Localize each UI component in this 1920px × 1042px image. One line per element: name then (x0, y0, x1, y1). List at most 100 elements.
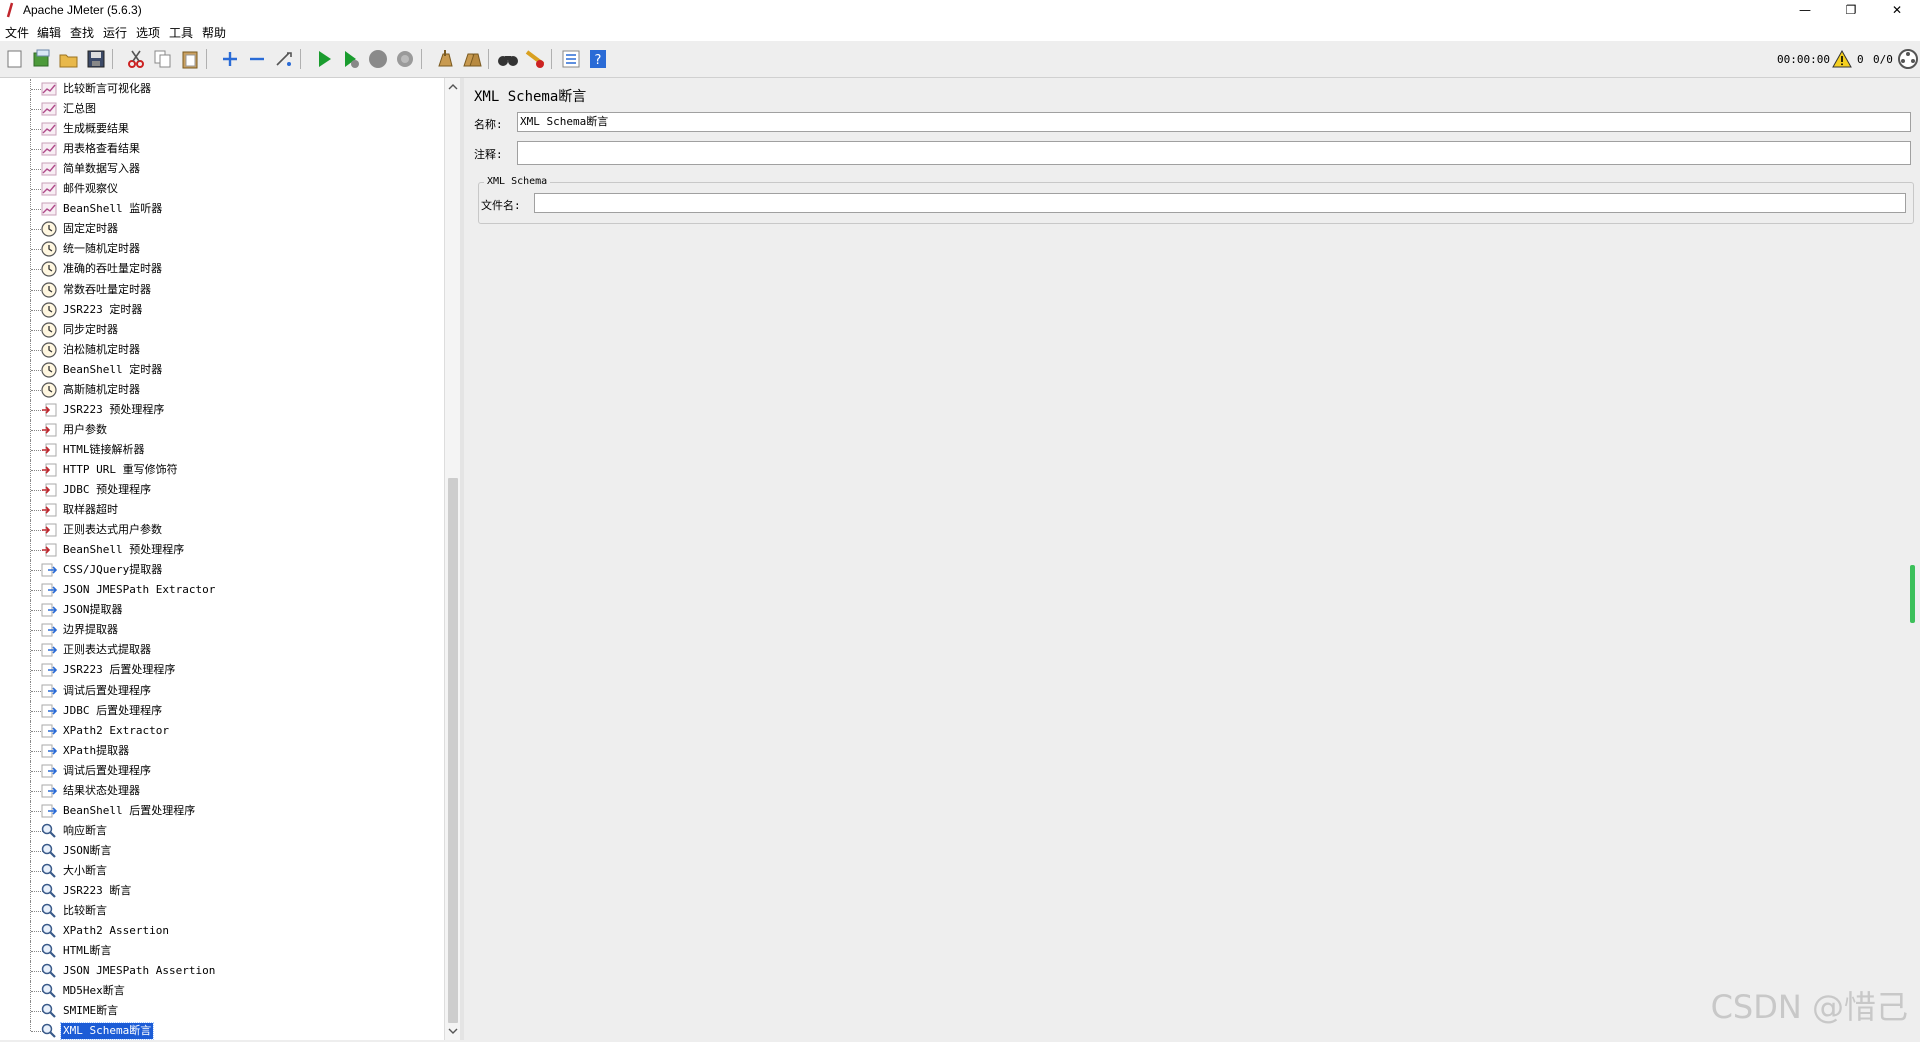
tree-item[interactable]: 调试后置处理程序 (0, 680, 445, 701)
tree-item[interactable]: 大小断言 (0, 860, 445, 881)
tree-item[interactable]: JSON JMESPath Extractor (0, 580, 445, 601)
assertion-icon (41, 1023, 57, 1039)
clear-icon[interactable] (434, 48, 456, 70)
reset-search-icon[interactable] (524, 48, 546, 70)
postprocessor-icon (41, 582, 58, 598)
shutdown-icon[interactable] (394, 48, 416, 70)
tree-item[interactable]: 调试后置处理程序 (0, 760, 445, 781)
tree-item[interactable]: 用表格查看结果 (0, 139, 445, 160)
paste-icon[interactable] (179, 48, 201, 70)
tree-item[interactable]: 取样器超时 (0, 500, 445, 521)
tree-item[interactable]: 邮件观察仪 (0, 179, 445, 200)
scroll-up-icon[interactable] (448, 82, 458, 92)
tree-item[interactable]: 比较断言可视化器 (0, 79, 445, 99)
tree-item-label: 响应断言 (63, 823, 107, 837)
tree-item[interactable]: 比较断言 (0, 901, 445, 922)
tree-item[interactable]: BeanShell 监听器 (0, 199, 445, 220)
tree-item[interactable]: BeanShell 后置处理程序 (0, 800, 445, 821)
cut-icon[interactable] (125, 48, 147, 70)
tree-item[interactable]: 汇总图 (0, 99, 445, 120)
remote-status-icon (1898, 49, 1918, 69)
open-icon[interactable] (58, 48, 80, 70)
tree-item[interactable]: 正则表达式用户参数 (0, 520, 445, 541)
tree-item[interactable]: 同步定时器 (0, 319, 445, 340)
tree-item[interactable]: JSR223 断言 (0, 881, 445, 901)
timer-icon (41, 301, 57, 318)
tree-item[interactable]: BeanShell 定时器 (0, 359, 445, 380)
menu-run[interactable]: 运行 (103, 24, 127, 41)
menu-help[interactable]: 帮助 (202, 24, 226, 41)
copy-icon[interactable] (152, 48, 174, 70)
filename-input[interactable] (534, 193, 1906, 213)
menu-file[interactable]: 文件 (5, 24, 29, 41)
tree-item[interactable]: SMIME断言 (0, 1001, 445, 1022)
tree-item[interactable]: 边界提取器 (0, 620, 445, 641)
tree-item[interactable]: 泊松随机定时器 (0, 339, 445, 360)
save-icon[interactable] (85, 48, 107, 70)
toggle-icon[interactable] (273, 48, 295, 70)
tree-item[interactable]: XPath2 Extractor (0, 720, 445, 741)
assertion-icon (41, 903, 57, 919)
expand-all-icon[interactable] (219, 48, 241, 70)
menu-edit[interactable]: 编辑 (37, 24, 61, 41)
tree-item[interactable]: 正则表达式提取器 (0, 640, 445, 661)
assertion-icon (41, 883, 57, 899)
tree-item[interactable]: 结果状态处理器 (0, 780, 445, 801)
tree-item[interactable]: JDBC 后置处理程序 (0, 700, 445, 721)
postprocessor-icon (41, 622, 58, 638)
menu-options[interactable]: 选项 (136, 24, 160, 41)
tree-item[interactable]: JSON JMESPath Assertion (0, 961, 445, 982)
tree-item[interactable]: 生成概要结果 (0, 119, 445, 140)
tree-item[interactable]: JSON提取器 (0, 600, 445, 621)
tree-item[interactable]: JSR223 后置处理程序 (0, 660, 445, 681)
menu-search[interactable]: 查找 (70, 24, 94, 41)
tree-item[interactable]: MD5Hex断言 (0, 981, 445, 1002)
close-button[interactable]: ✕ (1874, 0, 1920, 20)
tree-item[interactable]: 用户参数 (0, 419, 445, 440)
search-icon[interactable] (497, 48, 519, 70)
comment-input[interactable] (517, 141, 1911, 165)
tree-item[interactable]: 高斯随机定时器 (0, 379, 445, 400)
tree-item-label: 固定定时器 (63, 222, 118, 236)
tree-item[interactable]: XPath2 Assertion (0, 921, 445, 942)
tree-item[interactable]: BeanShell 预处理程序 (0, 540, 445, 561)
tree-item[interactable]: CSS/JQuery提取器 (0, 560, 445, 581)
toolbar: ? 00:00:00 0 0/0 (0, 41, 1920, 78)
tree-item[interactable]: XPath提取器 (0, 740, 445, 761)
templates-icon[interactable] (31, 48, 53, 70)
tree-item[interactable]: JSON断言 (0, 840, 445, 861)
tree-item[interactable]: 准确的吞吐量定时器 (0, 259, 445, 280)
tree-item[interactable]: XML Schema断言 (0, 1021, 445, 1041)
scroll-down-icon[interactable] (448, 1026, 458, 1036)
menu-tools[interactable]: 工具 (169, 24, 193, 41)
start-no-pauses-icon[interactable] (340, 48, 362, 70)
minimize-button[interactable]: — (1782, 0, 1828, 20)
start-icon[interactable] (313, 48, 335, 70)
tree-item[interactable]: JDBC 预处理程序 (0, 480, 445, 500)
restore-button[interactable]: ❐ (1828, 0, 1874, 20)
tree-item[interactable]: HTML断言 (0, 941, 445, 962)
tree-scrollbar[interactable] (444, 78, 461, 1040)
tree-item[interactable]: JSR223 定时器 (0, 299, 445, 320)
collapse-all-icon[interactable] (246, 48, 268, 70)
listener-icon (41, 101, 57, 117)
tree-item[interactable]: 统一随机定时器 (0, 239, 445, 260)
timer-icon (41, 342, 57, 358)
clear-all-icon[interactable] (461, 48, 483, 70)
warning-icon[interactable] (1832, 50, 1852, 68)
help-icon[interactable]: ? (587, 48, 609, 70)
tree-item[interactable]: HTML链接解析器 (0, 439, 445, 460)
tree-item[interactable]: 常数吞吐量定时器 (0, 279, 445, 300)
tree-item[interactable]: 响应断言 (0, 820, 445, 841)
scroll-thumb[interactable] (448, 478, 458, 1023)
tree-item[interactable]: 固定定时器 (0, 219, 445, 240)
stop-icon[interactable] (367, 48, 389, 70)
name-input[interactable]: XML Schema断言 (517, 112, 1911, 132)
new-icon[interactable] (4, 48, 26, 70)
function-helper-icon[interactable] (560, 48, 582, 70)
tree-item-label: 高斯随机定时器 (63, 382, 140, 396)
tree-item[interactable]: HTTP URL 重写修饰符 (0, 459, 445, 480)
tree-item[interactable]: 简单数据写入器 (0, 159, 445, 180)
tree-item[interactable]: JSR223 预处理程序 (0, 399, 445, 420)
tree-item-label: 汇总图 (63, 102, 96, 116)
